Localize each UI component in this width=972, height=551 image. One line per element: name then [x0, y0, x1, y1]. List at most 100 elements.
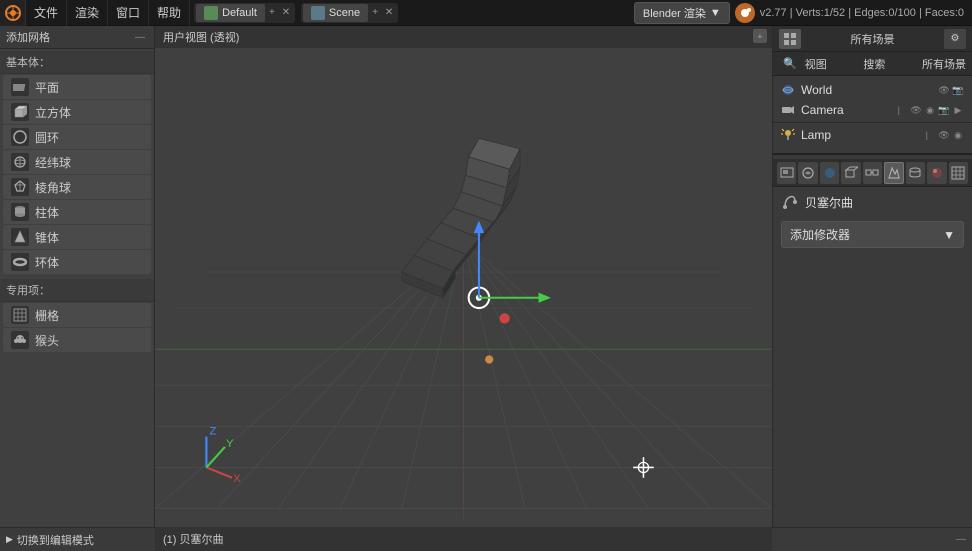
- add-torus-button[interactable]: 环体: [3, 250, 151, 274]
- add-cylinder-button[interactable]: 柱体: [3, 200, 151, 224]
- svg-text:Z: Z: [210, 426, 217, 438]
- viewport-expand-button[interactable]: +: [753, 29, 767, 43]
- sidebar-header-label: 添加网格: [6, 29, 132, 45]
- tab-group-scene: Scene + ✕: [301, 3, 398, 23]
- add-modifier-chevron: ▼: [943, 228, 955, 242]
- tab-default[interactable]: Default: [196, 4, 265, 22]
- outliner-view-btn[interactable]: [779, 29, 801, 49]
- viewport-scene[interactable]: Z X Y: [155, 48, 772, 527]
- prop-constraints-btn[interactable]: [863, 162, 882, 184]
- version-info: v2.77 | Verts:1/52 | Edges:0/100 | Faces…: [760, 7, 964, 19]
- sidebar-collapse-icon[interactable]: —: [132, 29, 148, 45]
- main-layout: 添加网格 — 基本体： 平面 立方体 圆环: [0, 26, 972, 551]
- triangle-icon: ▶: [6, 534, 13, 545]
- menu-help[interactable]: 帮助: [149, 0, 190, 26]
- search-bar: 🔍 视图 搜索 所有场景: [773, 52, 972, 76]
- tab-scene-close[interactable]: ✕: [382, 6, 396, 20]
- world-view-icon[interactable]: 👁: [938, 84, 950, 96]
- properties-panel: 贝塞尔曲 添加修改器 ▼: [773, 159, 972, 551]
- add-plane-label: 平面: [35, 79, 59, 96]
- viewport-grid: Z X Y: [155, 48, 772, 527]
- add-circle-label: 圆环: [35, 129, 59, 146]
- add-uvsphere-button[interactable]: 经纬球: [3, 150, 151, 174]
- tab-scene-label: Scene: [329, 7, 360, 19]
- blender-logo-icon: [734, 2, 756, 24]
- add-grid-label: 栅格: [35, 307, 59, 324]
- tab-add-button[interactable]: +: [265, 6, 279, 20]
- prop-render-btn[interactable]: [777, 162, 796, 184]
- left-sidebar: 添加网格 — 基本体： 平面 立方体 圆环: [0, 26, 155, 551]
- tab-close-button[interactable]: ✕: [279, 6, 293, 20]
- camera-scene-icon: [781, 103, 795, 117]
- prop-scene-btn[interactable]: [798, 162, 817, 184]
- camera-render-icon[interactable]: 📷: [938, 104, 950, 116]
- svg-text:X: X: [233, 473, 241, 485]
- grid-mesh-icon: [11, 306, 29, 324]
- outliner-title: 所有场景: [851, 31, 895, 47]
- camera-view-icon[interactable]: 👁: [910, 104, 922, 116]
- add-modifier-button[interactable]: 添加修改器 ▼: [781, 221, 964, 248]
- lamp-view-icon[interactable]: 👁: [938, 129, 950, 141]
- lamp-render-icon[interactable]: ◉: [952, 129, 964, 141]
- mode-selector-label: ▶ 切换到编辑模式: [6, 532, 94, 548]
- scene-item-camera[interactable]: Camera | 👁 ◉ 📷 ▶: [773, 100, 972, 120]
- basic-shapes-section: 基本体： 平面 立方体 圆环: [0, 49, 154, 277]
- special-section-title: 专用项：: [0, 279, 154, 302]
- prop-object-btn[interactable]: [841, 162, 860, 184]
- top-bar: 文件 渲染 窗口 帮助 Default + ✕ Scene + ✕ Blende…: [0, 0, 972, 26]
- tab-group-default: Default + ✕: [194, 3, 295, 23]
- scene-outliner: World 👁 📷 Camera | 👁 ◉ 📷 ▶: [773, 76, 972, 149]
- add-modifier-label: 添加修改器: [790, 226, 850, 243]
- scene-item-world[interactable]: World 👁 📷: [773, 80, 972, 100]
- world-icon: [781, 83, 795, 97]
- camera-info-icon[interactable]: ▶: [952, 104, 964, 116]
- add-icosphere-button[interactable]: 棱角球: [3, 175, 151, 199]
- lamp-separator: |: [926, 130, 928, 140]
- scene-item-lamp[interactable]: Lamp | 👁 ◉: [773, 125, 972, 145]
- cylinder-icon: [11, 203, 29, 221]
- app-logo[interactable]: [0, 0, 26, 26]
- world-visibility-icons: 👁 📷: [938, 84, 964, 96]
- prop-world-btn[interactable]: [820, 162, 839, 184]
- search-icon[interactable]: 🔍: [779, 57, 801, 70]
- add-cone-button[interactable]: 锥体: [3, 225, 151, 249]
- outliner-header: 所有场景 ⚙: [773, 26, 972, 52]
- menu-file[interactable]: 文件: [26, 0, 67, 26]
- add-plane-button[interactable]: 平面: [3, 75, 151, 99]
- add-monkey-button[interactable]: 猴头: [3, 328, 151, 352]
- render-engine-button[interactable]: Blender 渲染 ▼: [634, 2, 730, 24]
- lamp-visibility-icons: 👁 ◉: [938, 129, 964, 141]
- add-cube-button[interactable]: 立方体: [3, 100, 151, 124]
- camera-sel-icon[interactable]: ◉: [924, 104, 936, 116]
- tab-scene-add[interactable]: +: [368, 6, 382, 20]
- menu-render[interactable]: 渲染: [67, 0, 108, 26]
- right-panel: 所有场景 ⚙ 🔍 视图 搜索 所有场景 World 👁 📷: [772, 26, 972, 551]
- tab-scene-icon: [311, 6, 325, 20]
- menu-bar: 文件 渲染 窗口 帮助: [26, 0, 190, 26]
- prop-data-btn[interactable]: [906, 162, 925, 184]
- tab-default-label: Default: [222, 7, 257, 19]
- circle-icon: [11, 128, 29, 146]
- add-circle-button[interactable]: 圆环: [3, 125, 151, 149]
- special-section: 专用项： 栅格 猴头: [0, 277, 154, 355]
- cube-icon: [11, 103, 29, 121]
- add-cylinder-label: 柱体: [35, 204, 59, 221]
- properties-toolbar: [773, 159, 972, 187]
- mode-selector-expand-icon[interactable]: —: [956, 534, 966, 545]
- object-name-section: 贝塞尔曲: [773, 187, 972, 217]
- svg-text:Y: Y: [226, 438, 234, 450]
- viewport-bottom-label: (1) 贝塞尔曲: [163, 531, 224, 547]
- sidebar-header: 添加网格 —: [0, 26, 154, 49]
- add-grid-button[interactable]: 栅格: [3, 303, 151, 327]
- menu-window[interactable]: 窗口: [108, 0, 149, 26]
- view-label: 视图: [805, 56, 827, 72]
- tab-scene[interactable]: Scene: [303, 4, 368, 22]
- curve-data-icon: [781, 193, 799, 211]
- prop-texture-btn[interactable]: [949, 162, 968, 184]
- prop-modifier-btn[interactable]: [884, 162, 904, 184]
- world-render-icon[interactable]: 📷: [952, 84, 964, 96]
- panel-divider: [773, 153, 972, 155]
- prop-material-btn[interactable]: [927, 162, 946, 184]
- plane-icon: [11, 78, 29, 96]
- outliner-settings-btn[interactable]: ⚙: [944, 29, 966, 49]
